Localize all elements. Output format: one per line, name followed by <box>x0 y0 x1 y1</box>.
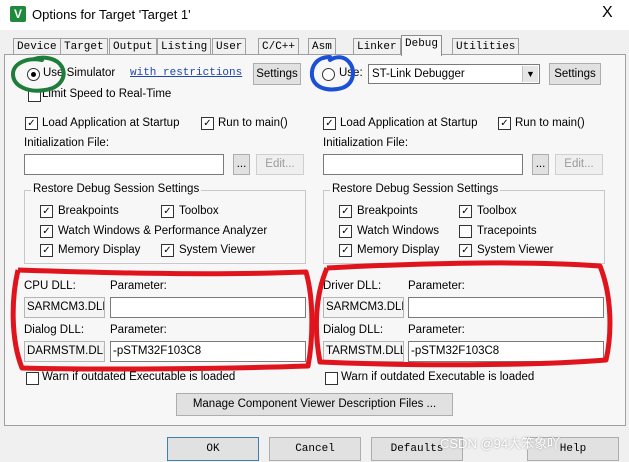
annotation-overlay <box>10 55 613 372</box>
left-red-box-annotation <box>10 267 315 372</box>
green-circle-annotation <box>10 55 66 93</box>
watermark: CSDN @94大笨象吖 <box>440 436 561 451</box>
right-red-box-annotation <box>313 260 613 368</box>
tab-debug[interactable]: Debug <box>401 35 443 56</box>
blue-circle-annotation <box>309 55 356 92</box>
